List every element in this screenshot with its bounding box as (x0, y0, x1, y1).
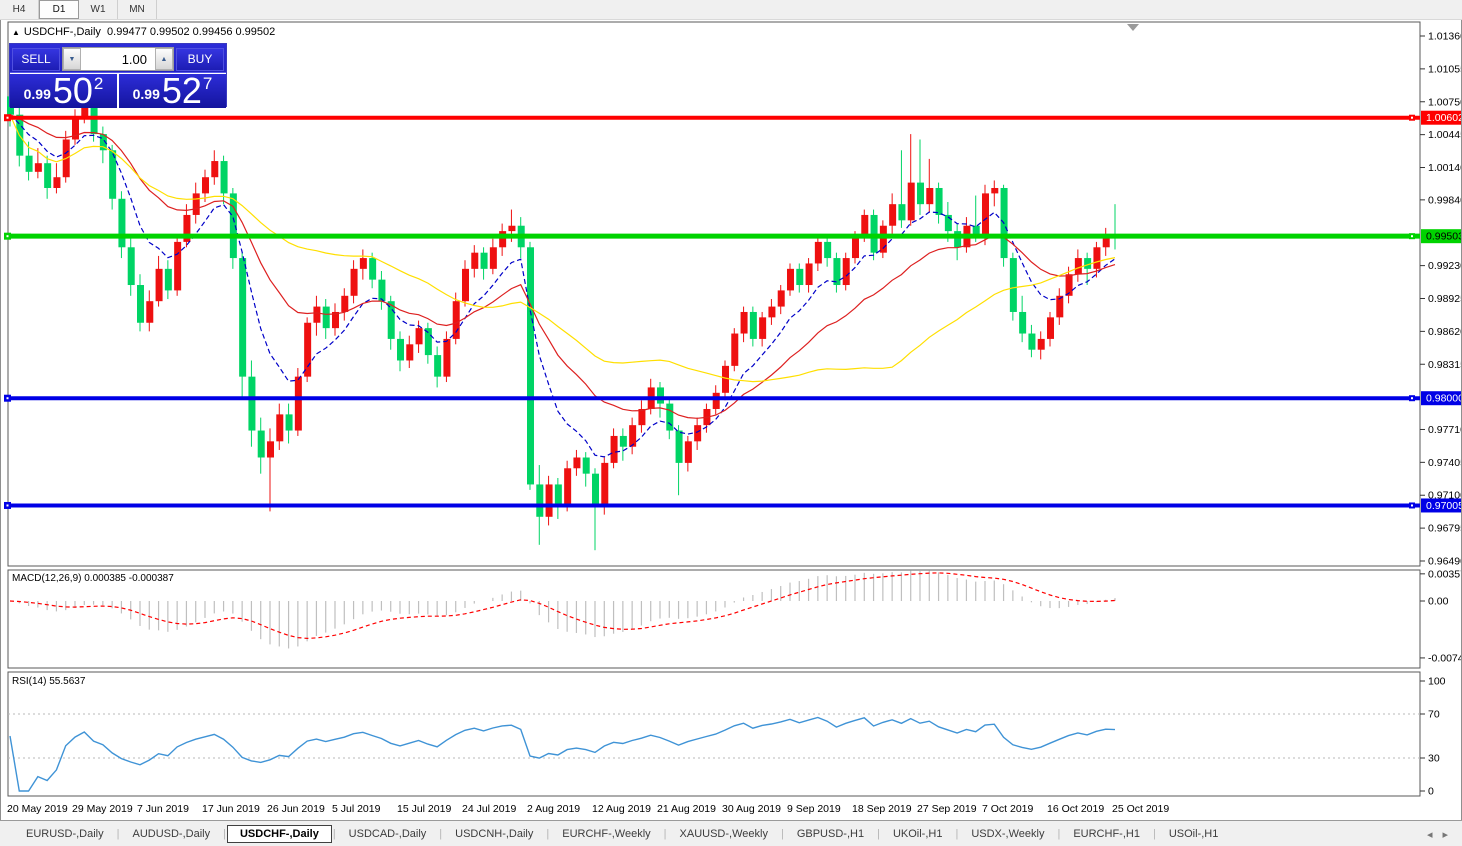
tab-divider: | (781, 828, 784, 840)
chart-tab-usoilh1[interactable]: USOil-,H1 (1157, 825, 1231, 843)
sell-price-pip: 2 (94, 74, 103, 94)
chart-tab-usdcaddaily[interactable]: USDCAD-,Daily (337, 825, 439, 843)
tab-divider: | (117, 828, 120, 840)
timeframe-button-w1[interactable]: W1 (79, 0, 118, 19)
chart-tab-gbpusdh1[interactable]: GBPUSD-,H1 (785, 825, 876, 843)
tab-divider: | (664, 828, 667, 840)
mt4-terminal: H4D1W1MN 1.013601.010551.007501.004451.0… (0, 0, 1462, 846)
chart-title: ▲ USDCHF-,Daily 0.99477 0.99502 0.99456 0… (12, 26, 275, 38)
sell-price-prefix: 0.99 (24, 86, 51, 102)
tab-divider: | (877, 828, 880, 840)
chart-tab-eurchfweekly[interactable]: EURCHF-,Weekly (550, 825, 662, 843)
tab-divider: | (546, 828, 549, 840)
one-click-trading-panel: SELL ▼ ▲ BUY 0.99502 0.99527 (10, 44, 226, 106)
buy-price-tile[interactable]: 0.99527 (119, 74, 226, 108)
chart-tab-ukoilh1[interactable]: UKOil-,H1 (881, 825, 955, 843)
tab-divider: | (333, 828, 336, 840)
tab-divider: | (1153, 828, 1156, 840)
chart-tab-xauusdweekly[interactable]: XAUUSD-,Weekly (668, 825, 780, 843)
chart-ohlc-values: 0.99477 0.99502 0.99456 0.99502 (107, 26, 275, 38)
volume-stepper: ▼ ▲ (62, 47, 174, 71)
macd-indicator-label: MACD(12,26,9) 0.000385 -0.000387 (12, 573, 174, 584)
chart-tab-usdchfdaily[interactable]: USDCHF-,Daily (227, 825, 332, 843)
chart-tabs: EURUSD-,Daily|AUDUSD-,Daily|USDCHF-,Dail… (0, 821, 1230, 846)
tab-scroll-arrows: ◂▸ (1427, 828, 1448, 841)
sell-price-big: 50 (53, 76, 93, 106)
buy-price-pip: 7 (203, 74, 212, 94)
tab-divider: | (955, 828, 958, 840)
volume-decrease-icon[interactable]: ▼ (63, 48, 81, 70)
volume-input[interactable] (81, 48, 155, 70)
tab-divider: | (223, 828, 226, 840)
tab-divider: | (439, 828, 442, 840)
timeframe-button-h4[interactable]: H4 (0, 0, 39, 19)
chart-window (0, 19, 1462, 822)
chart-tab-eurusddaily[interactable]: EURUSD-,Daily (14, 825, 116, 843)
volume-increase-icon[interactable]: ▲ (155, 48, 173, 70)
timeframe-button-mn[interactable]: MN (118, 0, 157, 19)
chart-tabs-bar: EURUSD-,Daily|AUDUSD-,Daily|USDCHF-,Dail… (0, 820, 1462, 846)
chart-symbol-label: USDCHF-,Daily (24, 26, 101, 38)
chart-tab-audusddaily[interactable]: AUDUSD-,Daily (120, 825, 222, 843)
tab-scroll-left-icon[interactable]: ◂ (1427, 828, 1433, 841)
rsi-indicator-label: RSI(14) 55.5637 (12, 676, 85, 687)
timeframe-button-d1[interactable]: D1 (39, 0, 79, 19)
tab-scroll-right-icon[interactable]: ▸ (1442, 828, 1448, 841)
timeframe-toolbar: H4D1W1MN (0, 0, 1462, 20)
collapse-triangle-icon[interactable]: ▲ (12, 28, 20, 37)
tab-divider: | (1057, 828, 1060, 840)
chart-tab-eurchfh1[interactable]: EURCHF-,H1 (1061, 825, 1152, 843)
buy-price-big: 52 (162, 76, 202, 106)
chart-tab-usdxweekly[interactable]: USDX-,Weekly (959, 825, 1056, 843)
buy-price-prefix: 0.99 (133, 86, 160, 102)
sell-price-tile[interactable]: 0.99502 (10, 74, 117, 108)
sell-button[interactable]: SELL (12, 48, 60, 71)
buy-button[interactable]: BUY (176, 48, 224, 71)
chart-tab-usdcnhdaily[interactable]: USDCNH-,Daily (443, 825, 545, 843)
